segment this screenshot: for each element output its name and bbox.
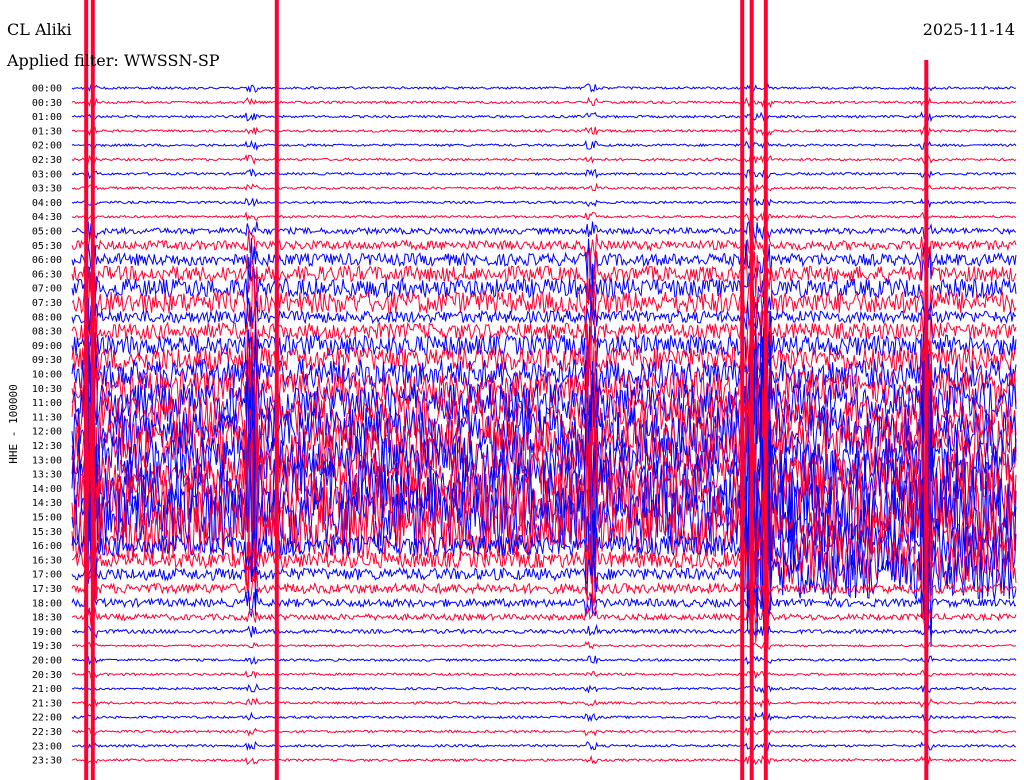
trace-row-1800 bbox=[71, 587, 1017, 618]
trace-row-1900 bbox=[72, 623, 1017, 639]
time-label-1530: 15:30 bbox=[32, 527, 62, 538]
seismic-traces bbox=[71, 0, 1017, 780]
y-axis-label: HHE - 100000 bbox=[7, 384, 20, 463]
time-label-1000: 10:00 bbox=[32, 370, 62, 381]
trace-row-0300 bbox=[71, 168, 1017, 180]
trace-row-1930 bbox=[71, 640, 1017, 651]
trace-row-0130 bbox=[71, 125, 1017, 137]
time-label-0300: 03:00 bbox=[32, 169, 62, 180]
event-spike bbox=[740, 0, 745, 780]
time-label-1030: 10:30 bbox=[32, 384, 62, 395]
time-label-0730: 07:30 bbox=[32, 298, 62, 309]
time-label-1500: 15:00 bbox=[32, 513, 62, 524]
time-label-1100: 11:00 bbox=[32, 398, 62, 409]
time-label-1200: 12:00 bbox=[32, 427, 62, 438]
time-label-0800: 08:00 bbox=[32, 312, 62, 323]
time-label-0230: 02:30 bbox=[32, 155, 62, 166]
trace-row-0200 bbox=[71, 139, 1017, 152]
trace-row-0500 bbox=[71, 220, 1017, 242]
time-label-0500: 05:00 bbox=[32, 227, 62, 238]
time-label-1930: 19:30 bbox=[32, 641, 62, 652]
event-spike bbox=[84, 0, 89, 780]
event-spike bbox=[749, 0, 754, 780]
event-spike bbox=[763, 0, 768, 780]
time-label-0930: 09:30 bbox=[32, 355, 62, 366]
time-label-1730: 17:30 bbox=[32, 584, 62, 595]
trace-row-1830 bbox=[71, 605, 1017, 628]
date-label: 2025-11-14 bbox=[922, 20, 1015, 39]
time-label-1600: 16:00 bbox=[32, 541, 62, 552]
time-label-2130: 21:30 bbox=[32, 698, 62, 709]
trace-row-2330 bbox=[71, 754, 1017, 766]
time-label-0400: 04:00 bbox=[32, 198, 62, 209]
time-label-0600: 06:00 bbox=[32, 255, 62, 266]
time-label-0030: 00:30 bbox=[32, 98, 62, 109]
trace-row-0030 bbox=[71, 96, 1017, 109]
time-label-1630: 16:30 bbox=[32, 555, 62, 566]
event-spike bbox=[924, 60, 929, 780]
trace-row-0100 bbox=[71, 111, 1017, 123]
time-label-1830: 18:30 bbox=[32, 613, 62, 624]
time-label-2030: 20:30 bbox=[32, 670, 62, 681]
time-label-1430: 14:30 bbox=[32, 498, 62, 509]
trace-row-0530 bbox=[71, 228, 1017, 262]
time-label-2200: 22:00 bbox=[32, 713, 62, 724]
trace-row-0400 bbox=[71, 196, 1017, 209]
filter-label: Applied filter: WWSSN-SP bbox=[7, 51, 220, 70]
trace-row-0000 bbox=[71, 82, 1017, 94]
trace-row-2030 bbox=[71, 669, 1017, 680]
time-axis-labels: 00:00 00:30 01:00 01:30 02:00 02:30 03:00 03:30… bbox=[32, 84, 62, 767]
time-label-1130: 11:30 bbox=[32, 412, 62, 423]
trace-row-0330 bbox=[71, 182, 1017, 194]
trace-row-2000 bbox=[71, 655, 1017, 666]
time-label-0430: 04:30 bbox=[32, 212, 62, 223]
time-label-0630: 06:30 bbox=[32, 269, 62, 280]
time-label-1800: 18:00 bbox=[32, 598, 62, 609]
time-label-2230: 22:30 bbox=[32, 727, 62, 738]
time-label-0700: 07:00 bbox=[32, 284, 62, 295]
time-label-1330: 13:30 bbox=[32, 470, 62, 481]
trace-row-2230 bbox=[71, 726, 1017, 737]
time-label-1700: 17:00 bbox=[32, 570, 62, 581]
time-label-0330: 03:30 bbox=[32, 184, 62, 195]
time-label-0200: 02:00 bbox=[32, 141, 62, 152]
trace-row-0430 bbox=[71, 211, 1017, 222]
time-label-2100: 21:00 bbox=[32, 684, 62, 695]
trace-row-2200 bbox=[71, 711, 1017, 723]
trace-row-2300 bbox=[71, 740, 1017, 752]
time-label-0830: 08:30 bbox=[32, 327, 62, 338]
time-label-2000: 20:00 bbox=[32, 656, 62, 667]
time-label-0130: 01:30 bbox=[32, 126, 62, 137]
time-label-1300: 13:00 bbox=[32, 455, 62, 466]
time-label-2330: 23:30 bbox=[32, 756, 62, 767]
time-label-0000: 00:00 bbox=[32, 84, 62, 95]
time-label-0900: 09:00 bbox=[32, 341, 62, 352]
helicorder-plot: 00:00 00:30 01:00 01:30 02:00 02:30 03:00 03:30… bbox=[7, 0, 1017, 780]
time-label-1230: 12:30 bbox=[32, 441, 62, 452]
station-title: CL Aliki bbox=[7, 20, 72, 39]
trace-row-2130 bbox=[71, 697, 1017, 709]
time-label-1900: 19:00 bbox=[32, 627, 62, 638]
trace-row-0230 bbox=[71, 153, 1017, 166]
time-label-0530: 05:30 bbox=[32, 241, 62, 252]
event-spike bbox=[274, 0, 279, 780]
time-label-2300: 23:00 bbox=[32, 741, 62, 752]
event-spike bbox=[90, 0, 95, 780]
time-label-0100: 01:00 bbox=[32, 112, 62, 123]
trace-row-2100 bbox=[71, 683, 1017, 695]
time-label-1400: 14:00 bbox=[32, 484, 62, 495]
